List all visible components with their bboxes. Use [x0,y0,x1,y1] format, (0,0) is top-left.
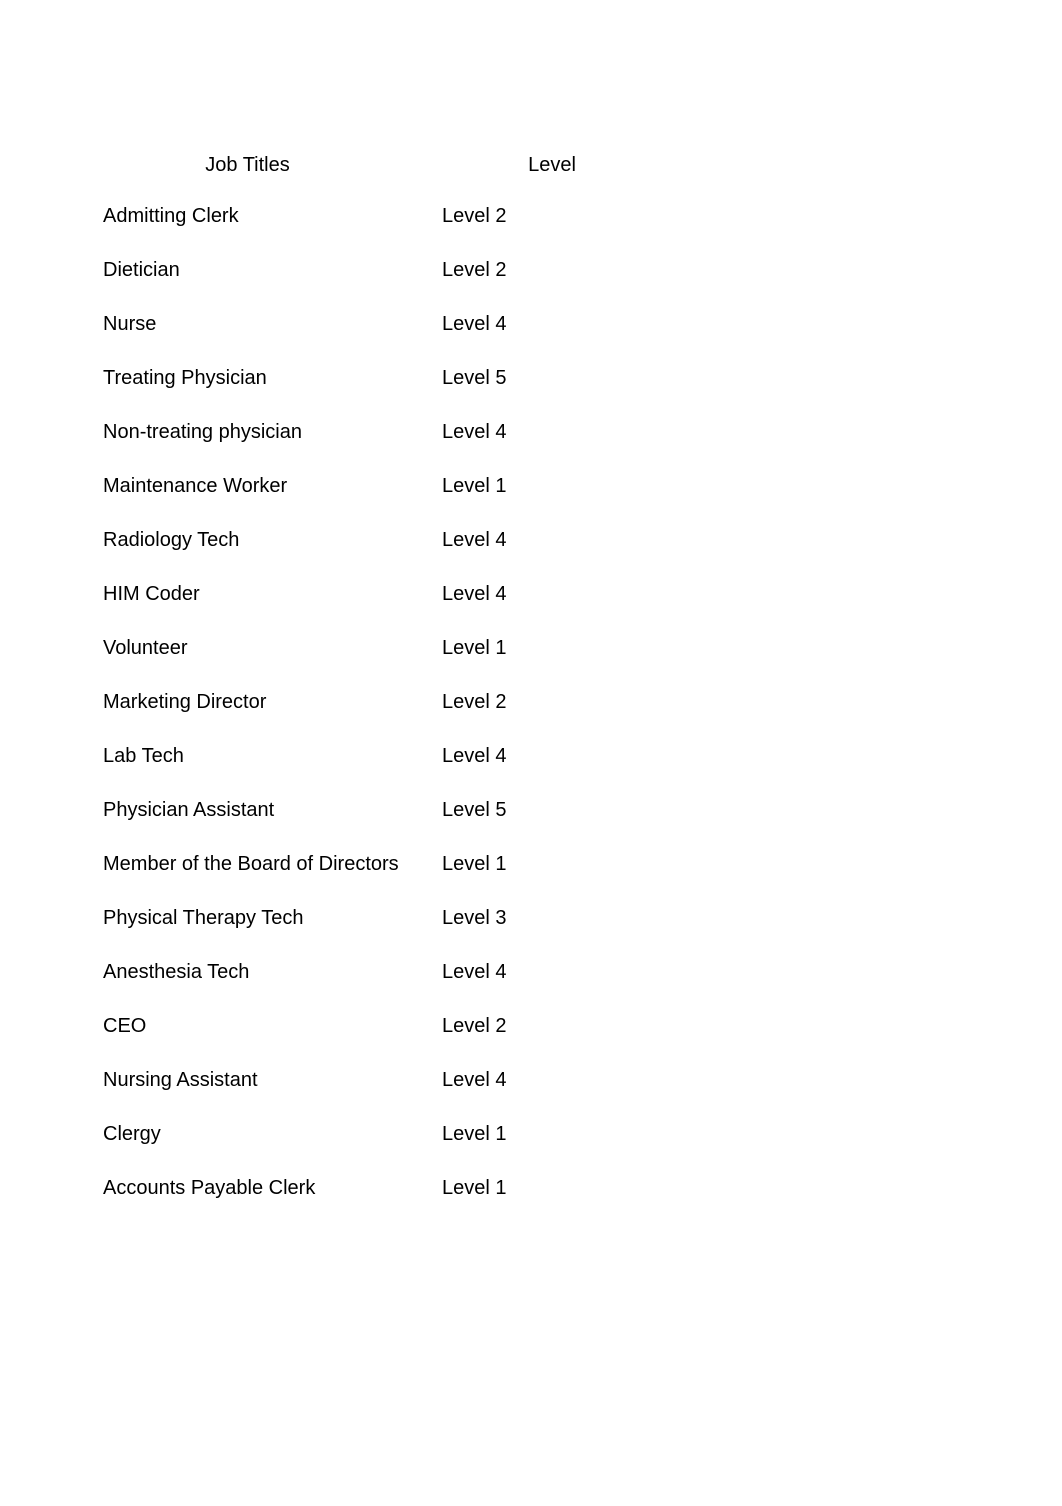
table-row: Clergy Level 1 [0,1123,1062,1146]
level-cell: Level 1 [442,475,662,498]
job-title-cell: Physician Assistant [0,799,425,822]
level-cell: Level 2 [442,691,662,714]
column-spacer [425,154,442,177]
table-row: Admitting Clerk Level 2 [0,205,1062,228]
job-title-cell: Nursing Assistant [0,1069,425,1092]
level-cell: Level 4 [442,745,662,768]
table-row: Nurse Level 4 [0,313,1062,336]
table-row: Radiology Tech Level 4 [0,529,1062,552]
job-title-cell: Accounts Payable Clerk [0,1177,425,1200]
table-row: HIM Coder Level 4 [0,583,1062,606]
level-cell: Level 2 [442,259,662,282]
job-title-cell: Anesthesia Tech [0,961,425,984]
job-title-cell: Clergy [0,1123,425,1146]
column-header-level: Level [442,154,662,177]
level-cell: Level 1 [442,1177,662,1200]
level-cell: Level 1 [442,637,662,660]
table-row: CEO Level 2 [0,1015,1062,1038]
level-cell: Level 4 [442,961,662,984]
table-row: Volunteer Level 1 [0,637,1062,660]
job-title-cell: Radiology Tech [0,529,425,552]
table-header-row: Job Titles Level [0,154,1062,177]
table-row: Maintenance Worker Level 1 [0,475,1062,498]
job-title-cell: Non-treating physician [0,421,425,444]
job-title-cell: Dietician [0,259,425,282]
job-title-cell: Lab Tech [0,745,425,768]
level-cell: Level 4 [442,1069,662,1092]
job-title-cell: Maintenance Worker [0,475,425,498]
table-row: Accounts Payable Clerk Level 1 [0,1177,1062,1200]
level-cell: Level 1 [442,1123,662,1146]
document-page: Job Titles Level Admitting ClerkLevel 2D… [0,0,1062,1200]
job-title-cell: Volunteer [0,637,425,660]
table-row: Member of the Board of Directors Level 1 [0,853,1062,876]
level-cell: Level 5 [442,799,662,822]
column-header-job-titles: Job Titles [0,154,425,177]
job-title-cell: Physical Therapy Tech [0,907,425,930]
level-cell: Level 2 [442,1015,662,1038]
job-title-cell: CEO [0,1015,425,1038]
table-row: Treating Physician Level 5 [0,367,1062,390]
level-cell: Level 4 [442,583,662,606]
level-cell: Level 4 [442,529,662,552]
table-row: Nursing Assistant Level 4 [0,1069,1062,1092]
table-row: Dietician Level 2 [0,259,1062,282]
job-title-cell: Admitting Clerk [0,205,425,228]
table-row: Anesthesia Tech Level 4 [0,961,1062,984]
level-cell: Level 4 [442,421,662,444]
level-cell: Level 3 [442,907,662,930]
table-row: Marketing Director Level 2 [0,691,1062,714]
table-row: Lab Tech Level 4 [0,745,1062,768]
level-cell: Level 2 [442,205,662,228]
level-cell: Level 5 [442,367,662,390]
job-title-cell: Treating Physician [0,367,425,390]
table-row: Non-treating physician Level 4 [0,421,1062,444]
level-cell: Level 4 [442,313,662,336]
job-title-cell: Nurse [0,313,425,336]
job-title-cell: HIM Coder [0,583,425,606]
level-cell: Level 1 [442,853,662,876]
job-title-cell: Marketing Director [0,691,425,714]
job-title-cell: Member of the Board of Directors [0,853,425,876]
table-body: Admitting Clerk Level 2 Dietician Level 2 Nu… [0,205,1062,1200]
table-row: Physician Assistant Level 5 [0,799,1062,822]
table-row: Physical Therapy Tech Level 3 [0,907,1062,930]
